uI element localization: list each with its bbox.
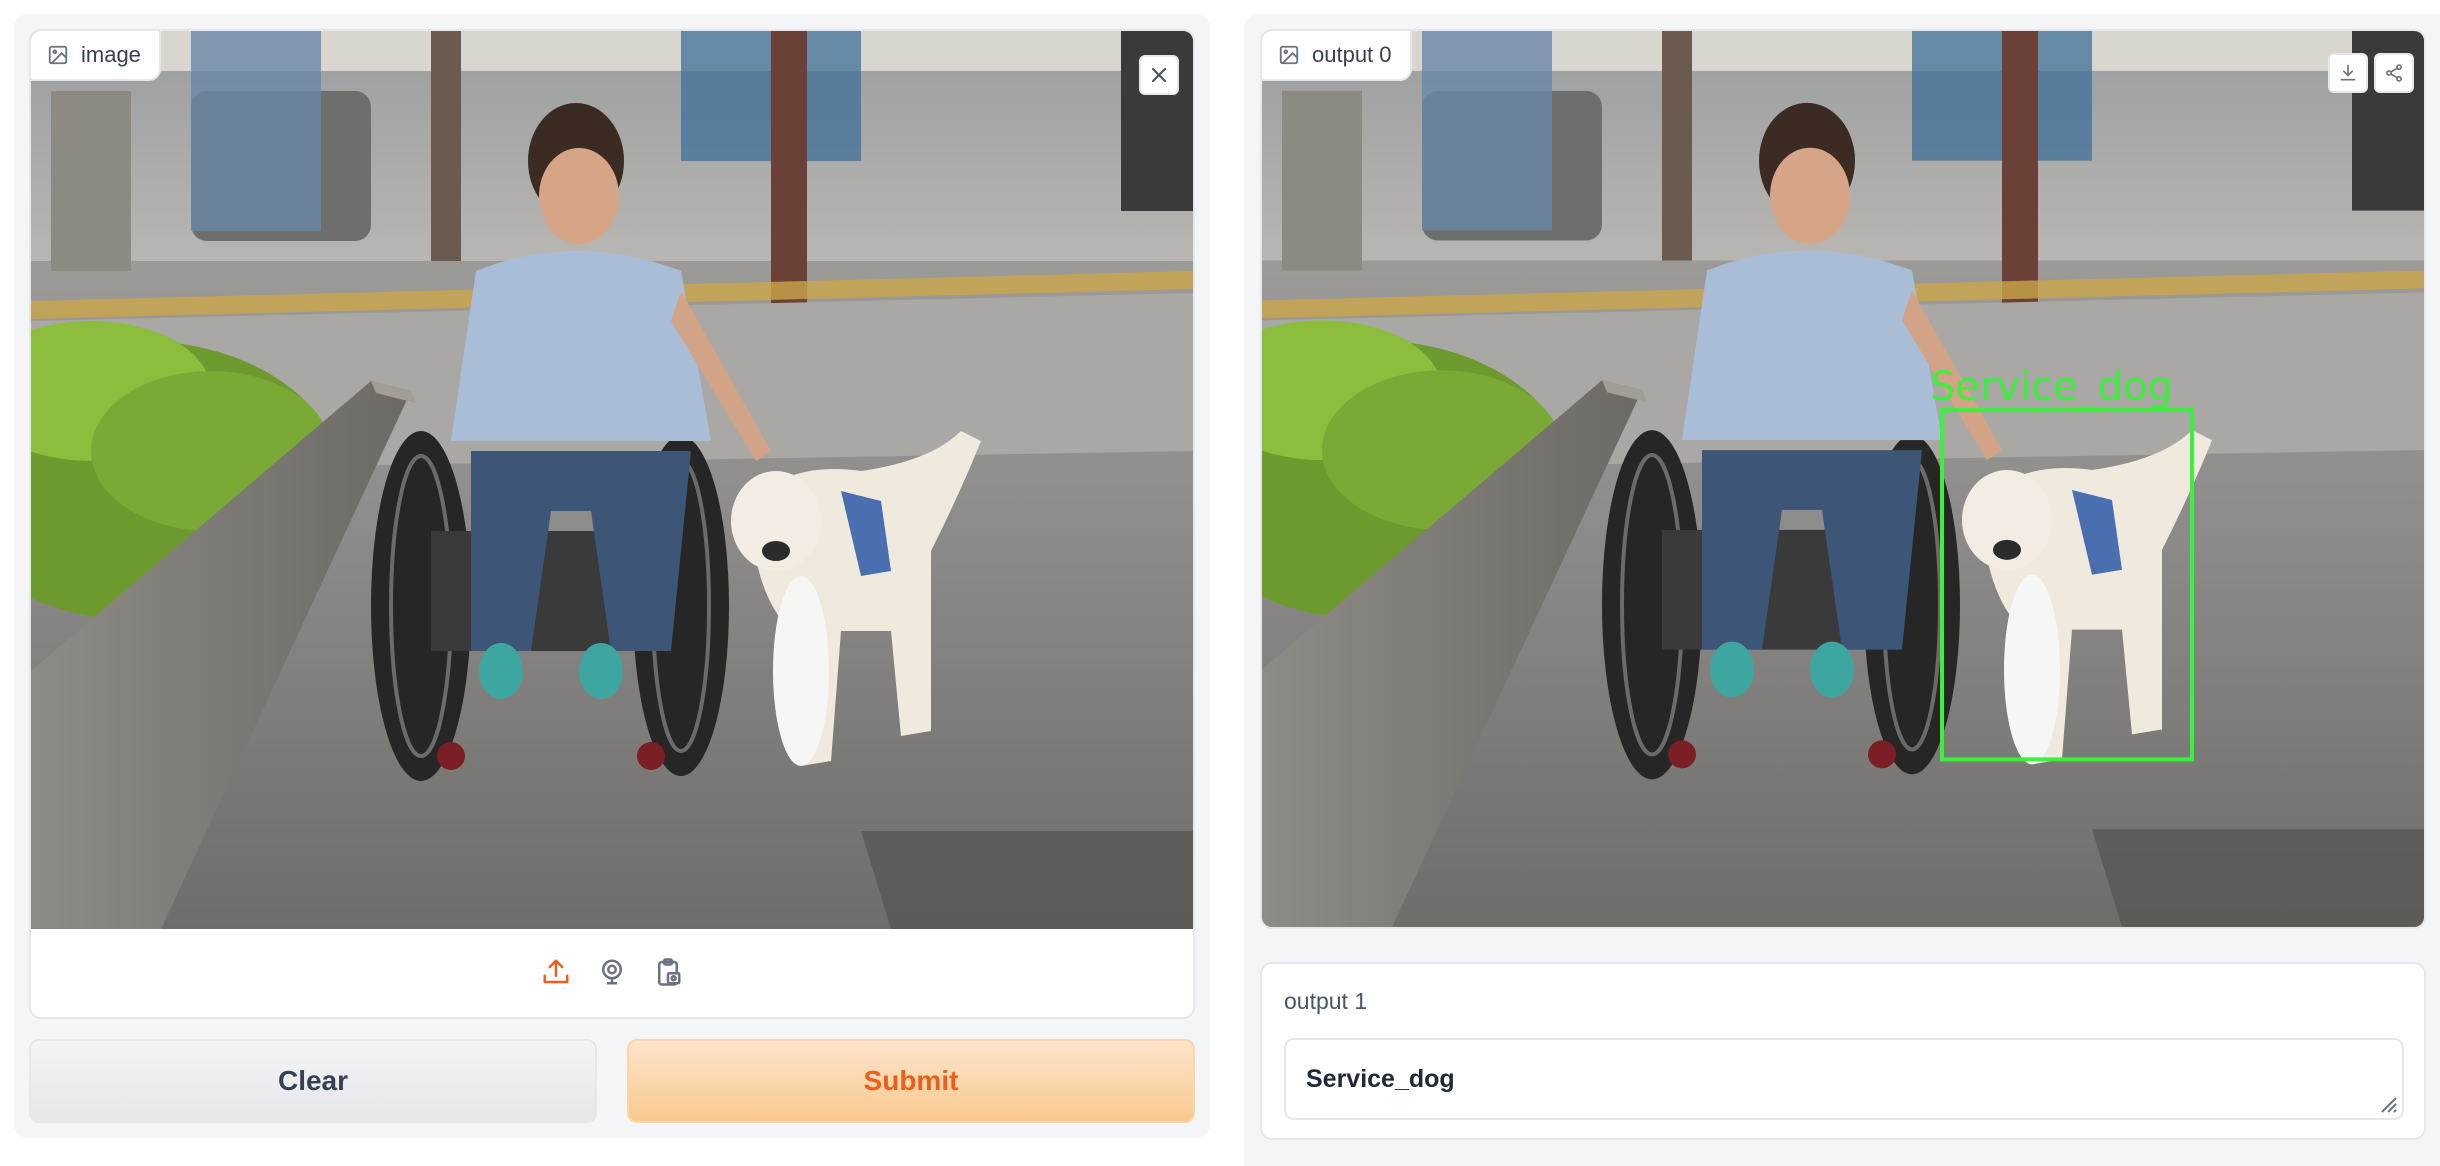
clipboard-icon[interactable]	[651, 955, 685, 989]
image-input-label-text: image	[81, 42, 141, 67]
source-selector	[31, 927, 1193, 1017]
image-icon	[1279, 45, 1299, 65]
input-image	[31, 31, 1193, 929]
clear-button[interactable]: Clear	[29, 1039, 597, 1123]
text-output-panel: output 1 Service_dog	[1260, 962, 2426, 1140]
close-icon[interactable]	[1139, 55, 1179, 95]
download-icon[interactable]	[2328, 53, 2368, 93]
output-image-panel: Service_dog output 0	[1260, 29, 2426, 929]
detection-label: Service_dog	[1930, 364, 2173, 410]
image-icon	[48, 45, 68, 65]
text-output-field[interactable]: Service_dog	[1284, 1038, 2404, 1120]
image-input-label: image	[31, 31, 161, 81]
output-image-label: output 0	[1262, 31, 1412, 81]
image-input[interactable]: image	[29, 29, 1195, 1019]
webcam-icon[interactable]	[595, 955, 629, 989]
output-column: Service_dog output 0 output 1 Service_do…	[1244, 14, 2440, 1166]
output-image-label-text: output 0	[1312, 42, 1392, 67]
upload-icon[interactable]	[539, 955, 573, 989]
input-column: image Clear Submit	[14, 14, 1210, 1138]
submit-button[interactable]: Submit	[627, 1039, 1195, 1123]
output-image: Service_dog	[1262, 31, 2424, 927]
text-output-value: Service_dog	[1306, 1064, 1455, 1093]
resize-handle-icon[interactable]	[2374, 1090, 2398, 1114]
text-output-label: output 1	[1284, 988, 1368, 1014]
share-icon[interactable]	[2374, 53, 2414, 93]
